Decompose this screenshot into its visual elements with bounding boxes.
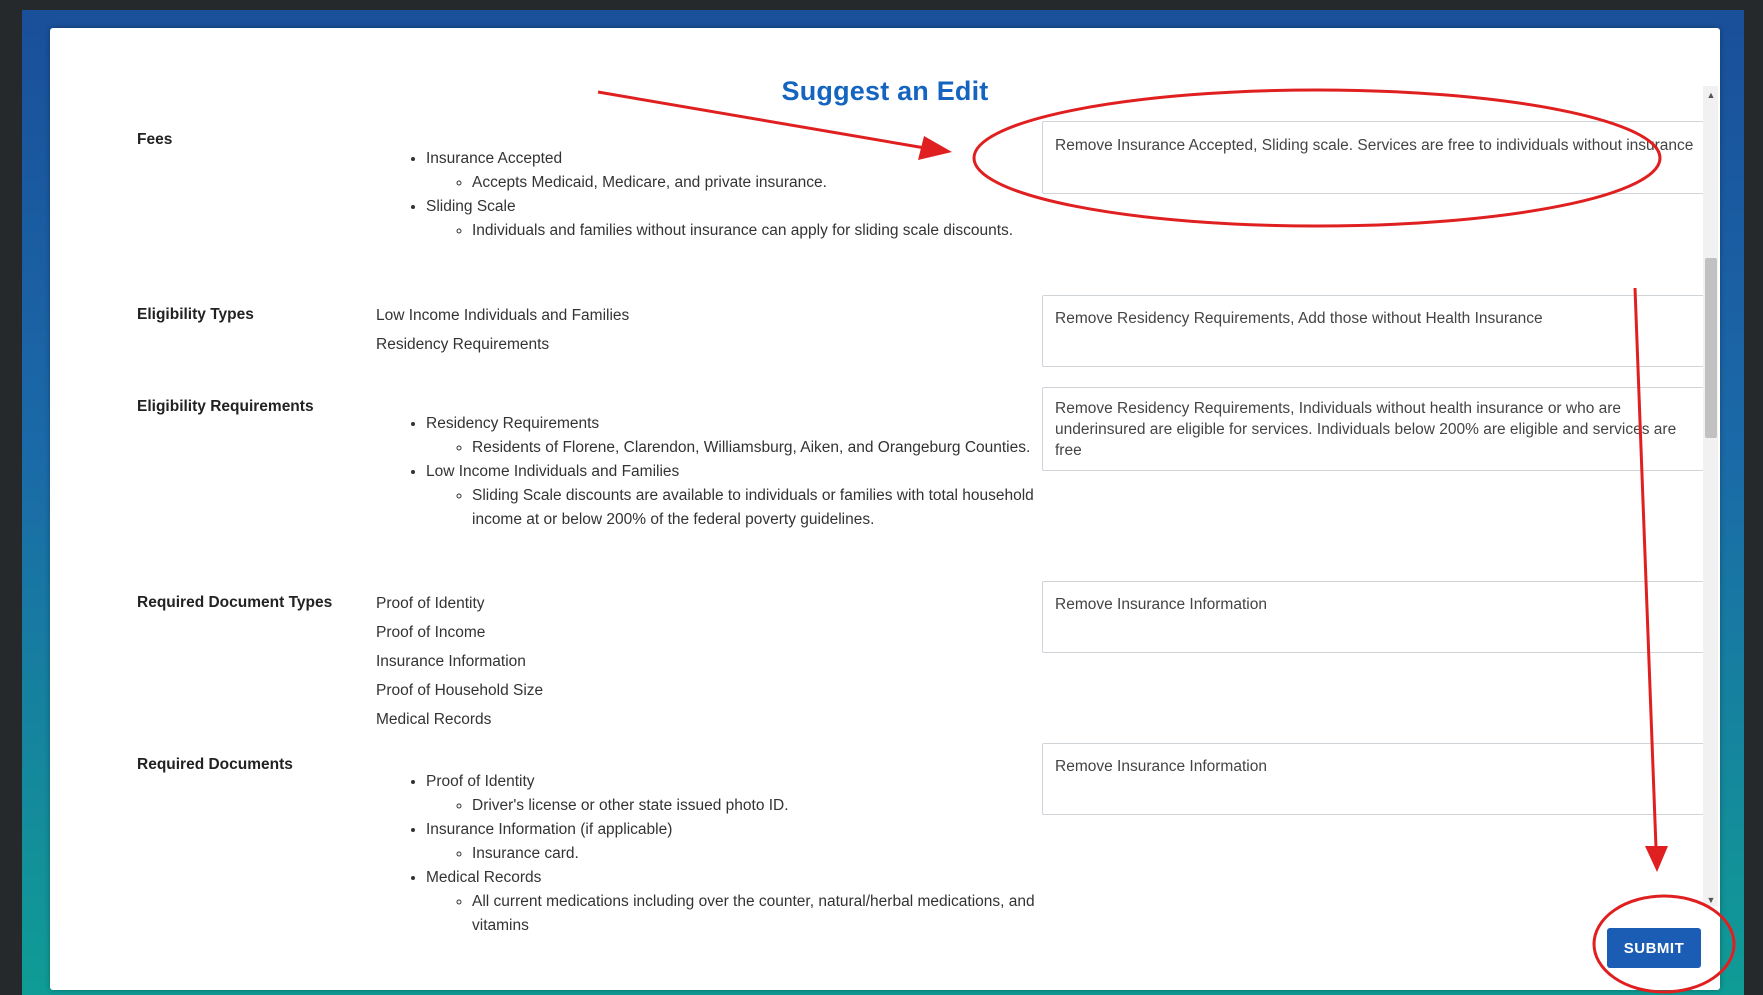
- bullet-text: Insurance Accepted: [426, 150, 563, 167]
- bullet-item: Medical Records All current medications i…: [426, 866, 1076, 936]
- bullet-item: Sliding Scale Individuals and families wi…: [426, 195, 1076, 243]
- value-line: Proof of Income: [376, 624, 486, 641]
- scroll-up-icon[interactable]: ▲: [1704, 88, 1718, 102]
- bullet-item: Low Income Individuals and Families Slidi…: [426, 460, 1076, 532]
- submit-button[interactable]: SUBMIT: [1607, 928, 1701, 968]
- eligibility-types-suggestion-input[interactable]: Remove Residency Requirements, Add those…: [1042, 295, 1714, 367]
- fees-list: Insurance Accepted Accepts Medicaid, Medi…: [376, 147, 1076, 243]
- sub-bullet-item: Driver's license or other state issued p…: [472, 794, 1076, 818]
- sub-bullet-list: All current medications including over t…: [426, 890, 1076, 936]
- sub-bullet-item: Individuals and families without insuran…: [472, 219, 1076, 243]
- form-scroll-area[interactable]: Fees Insurance Accepted Accepts Medicaid,…: [100, 108, 1750, 936]
- bullet-text: Low Income Individuals and Families: [426, 463, 680, 480]
- eligibility-types-label: Eligibility Types: [137, 306, 254, 323]
- required-documents-suggestion-input[interactable]: Remove Insurance Information: [1042, 743, 1714, 815]
- value-line: Insurance Information: [376, 653, 526, 670]
- scrollbar-track[interactable]: [1703, 86, 1718, 906]
- eligibility-types-values: Low Income Individuals and Families Resid…: [376, 306, 1076, 364]
- fees-values: Insurance Accepted Accepts Medicaid, Medi…: [376, 147, 1076, 243]
- dialog-title: Suggest an Edit: [781, 76, 989, 106]
- fees-suggestion-input[interactable]: Remove Insurance Accepted, Sliding scale…: [1042, 121, 1714, 194]
- eligibility-requirements-values: Residency Requirements Residents of Flore…: [376, 412, 1076, 532]
- sub-bullet-item: Sliding Scale discounts are available to…: [472, 484, 1076, 532]
- sub-bullet-item: Insurance card.: [472, 842, 1076, 866]
- scroll-down-icon[interactable]: ▼: [1704, 893, 1718, 907]
- bullet-item: Residency Requirements Residents of Flore…: [426, 412, 1076, 460]
- value-line: Proof of Household Size: [376, 682, 544, 699]
- required-documents-label: Required Documents: [137, 756, 293, 773]
- required-document-types-label: Required Document Types: [137, 594, 333, 611]
- value-line: Residency Requirements: [376, 336, 550, 353]
- sub-bullet-item: Accepts Medicaid, Medicare, and private …: [472, 171, 1076, 195]
- eligibility-requirements-suggestion-input[interactable]: Remove Residency Requirements, Individua…: [1042, 387, 1714, 471]
- fees-label: Fees: [137, 131, 173, 148]
- sub-bullet-list: Driver's license or other state issued p…: [426, 794, 1076, 818]
- scrollbar-thumb[interactable]: [1705, 258, 1717, 438]
- value-line: Medical Records: [376, 711, 492, 728]
- required-document-types-values: Proof of Identity Proof of Income Insuranc…: [376, 594, 1076, 739]
- sub-bullet-list: Insurance card.: [426, 842, 1076, 866]
- eligibility-requirements-list: Residency Requirements Residents of Flore…: [376, 412, 1076, 532]
- eligibility-requirements-label: Eligibility Requirements: [137, 398, 314, 415]
- bullet-item: Insurance Accepted Accepts Medicaid, Medi…: [426, 147, 1076, 195]
- bullet-text: Insurance Information (if applicable): [426, 821, 673, 838]
- sub-bullet-list: Individuals and families without insuran…: [426, 219, 1076, 243]
- bullet-text: Sliding Scale: [426, 198, 516, 215]
- suggest-edit-dialog: Suggest an Edit Fees Insurance Accepted A…: [50, 28, 1720, 990]
- sub-bullet-list: Sliding Scale discounts are available to…: [426, 484, 1076, 532]
- value-line: Low Income Individuals and Families: [376, 307, 630, 324]
- bullet-text: Residency Requirements: [426, 415, 600, 432]
- bullet-text: Proof of Identity: [426, 773, 535, 790]
- bullet-item: Insurance Information (if applicable) Ins…: [426, 818, 1076, 866]
- required-documents-list: Proof of Identity Driver's license or oth…: [376, 770, 1076, 936]
- sub-bullet-list: Residents of Florene, Clarendon, William…: [426, 436, 1076, 460]
- required-document-types-suggestion-input[interactable]: Remove Insurance Information: [1042, 581, 1714, 653]
- sub-bullet-item: All current medications including over t…: [472, 890, 1076, 936]
- sub-bullet-item: Residents of Florene, Clarendon, William…: [472, 436, 1076, 460]
- bullet-text: Medical Records: [426, 869, 542, 886]
- value-line: Proof of Identity: [376, 595, 485, 612]
- sub-bullet-list: Accepts Medicaid, Medicare, and private …: [426, 171, 1076, 195]
- required-documents-values: Proof of Identity Driver's license or oth…: [376, 770, 1076, 936]
- bullet-item: Proof of Identity Driver's license or oth…: [426, 770, 1076, 818]
